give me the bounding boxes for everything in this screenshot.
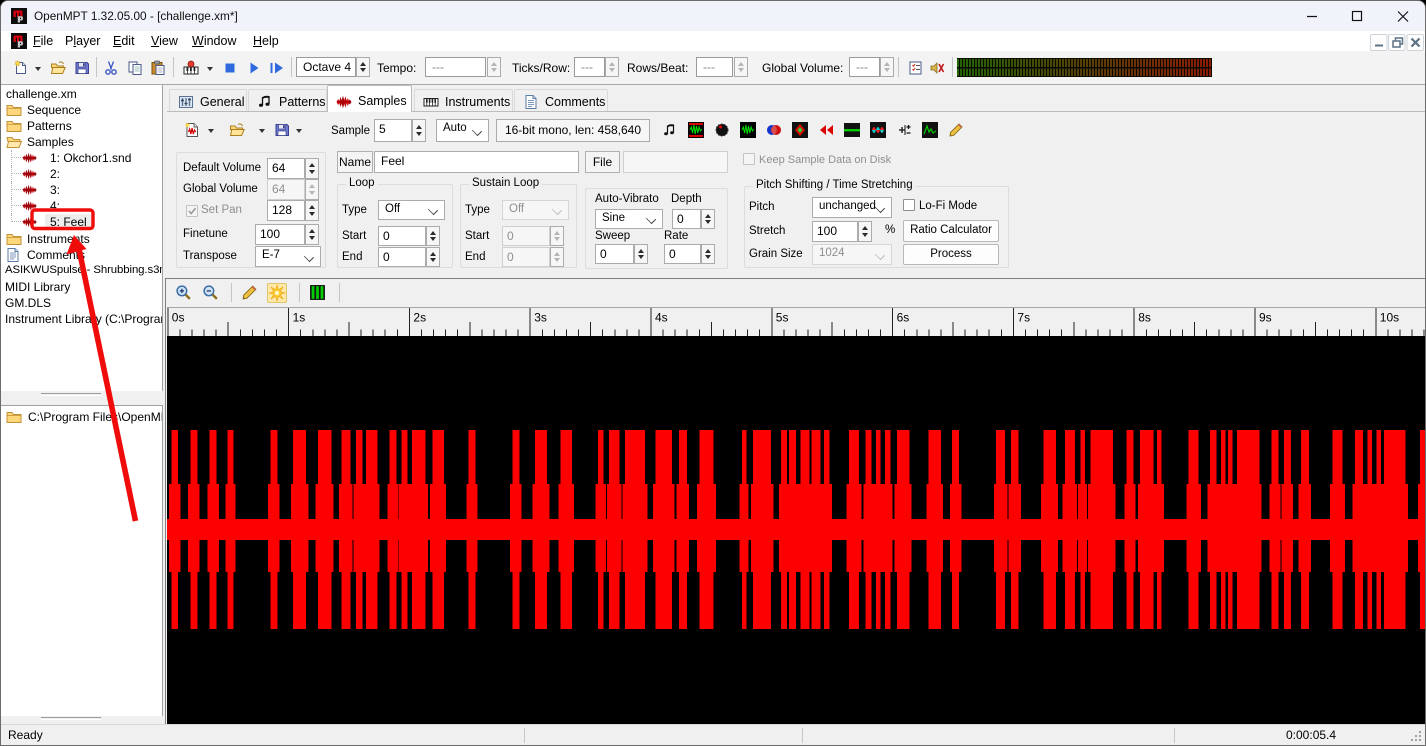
svg-text:4s: 4s — [655, 311, 668, 325]
svg-text:7s: 7s — [1017, 311, 1030, 325]
svg-text:9s: 9s — [1259, 311, 1272, 325]
svg-text:10s: 10s — [1380, 311, 1399, 325]
svg-text:3s: 3s — [534, 311, 547, 325]
svg-text:5s: 5s — [776, 311, 789, 325]
svg-text:2s: 2s — [413, 311, 426, 325]
svg-text:0s: 0s — [172, 311, 185, 325]
svg-text:6s: 6s — [897, 311, 910, 325]
svg-text:1s: 1s — [293, 311, 306, 325]
svg-text:8s: 8s — [1138, 311, 1151, 325]
